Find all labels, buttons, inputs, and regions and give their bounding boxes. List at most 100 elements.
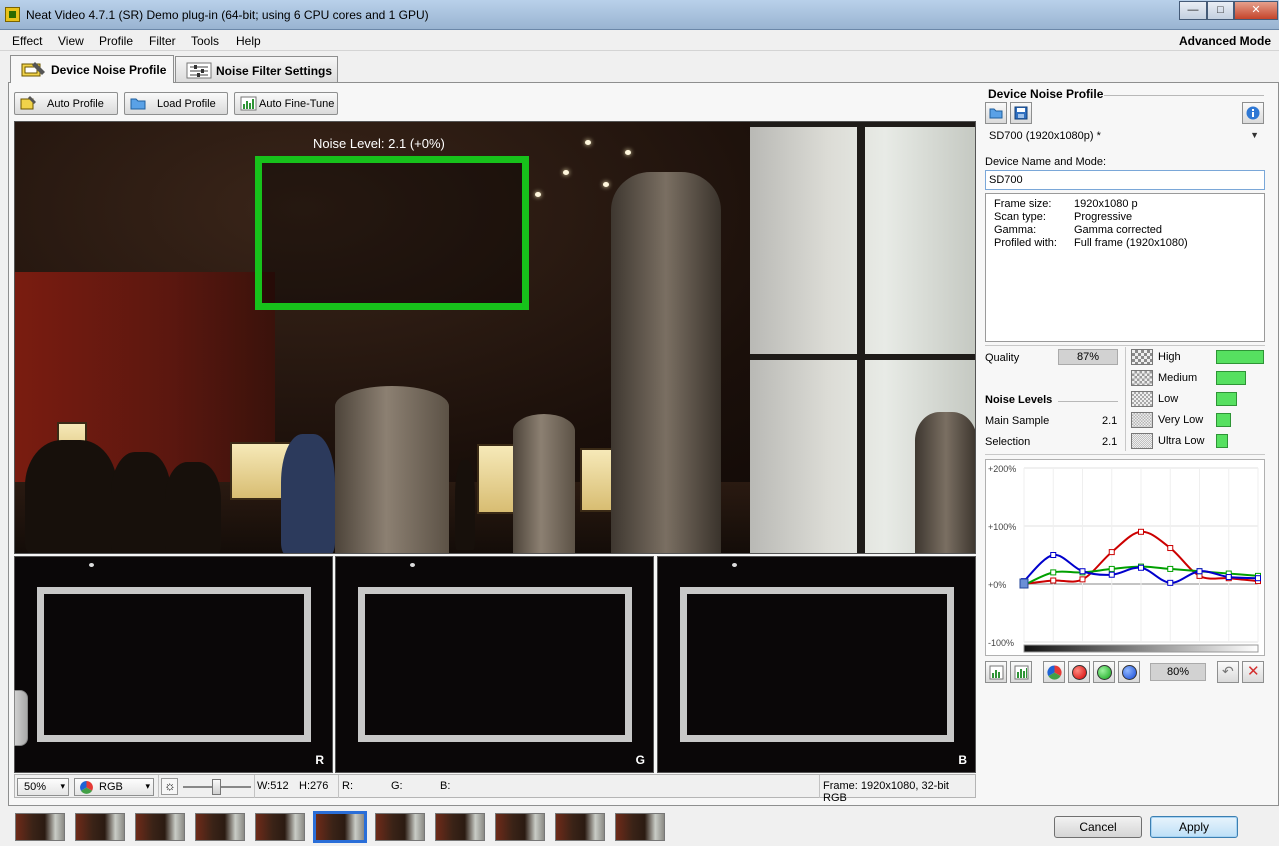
window-mullion: [857, 122, 865, 553]
graph-control-point[interactable]: [1255, 575, 1261, 582]
graph-frame-icon: [989, 665, 1004, 680]
graph-fine-tune-button[interactable]: [1010, 661, 1032, 683]
brightness-slider-thumb[interactable]: [212, 779, 221, 795]
filmstrip-thumbnail[interactable]: [615, 813, 665, 841]
level-bar[interactable]: [1216, 371, 1246, 385]
window-title: Neat Video 4.7.1 (SR) Demo plug-in (64-b…: [26, 8, 429, 22]
filmstrip-thumbnail[interactable]: [195, 813, 245, 841]
open-folder-icon: [989, 108, 1003, 119]
cancel-button[interactable]: Cancel: [1054, 816, 1142, 838]
close-icon[interactable]: ✕: [1234, 1, 1278, 20]
info-icon: [1246, 106, 1260, 120]
apply-button[interactable]: Apply: [1150, 816, 1238, 838]
level-row-ultra-low[interactable]: Ultra Low: [1130, 433, 1265, 449]
graph-control-point[interactable]: [1108, 571, 1115, 578]
graph-control-point[interactable]: [1167, 565, 1174, 572]
level-name: Medium: [1158, 372, 1198, 384]
menu-filter[interactable]: Filter: [149, 34, 176, 48]
graph-control-point[interactable]: [1050, 577, 1057, 584]
channel-view-b[interactable]: B: [657, 556, 976, 773]
save-profile-button[interactable]: [1010, 102, 1032, 124]
minimize-icon[interactable]: —: [1179, 1, 1207, 20]
auto-profile-label: Auto Profile: [47, 98, 104, 110]
graph-control-point[interactable]: [1079, 568, 1086, 575]
graph-control-point[interactable]: [1167, 579, 1174, 586]
level-row-medium[interactable]: Medium: [1130, 370, 1265, 386]
filmstrip-thumbnail[interactable]: [313, 811, 367, 843]
menu-tools[interactable]: Tools: [191, 34, 219, 48]
ceiling-light: [625, 150, 631, 155]
noise-graph-svg[interactable]: +200% +100% +0% -100%: [986, 460, 1264, 655]
divider: [338, 775, 339, 798]
green-channel-button[interactable]: [1093, 661, 1115, 683]
maximize-icon[interactable]: □: [1207, 1, 1234, 20]
all-channels-button[interactable]: [1043, 661, 1065, 683]
menu-help[interactable]: Help: [236, 34, 261, 48]
menu-effect[interactable]: Effect: [12, 34, 42, 48]
graph-control-point[interactable]: [1167, 545, 1174, 552]
channel-view-r[interactable]: R: [14, 556, 333, 773]
undo-button[interactable]: ↶: [1217, 661, 1239, 683]
profile-panel-title: Device Noise Profile: [988, 87, 1104, 101]
brightness-button[interactable]: ☼: [161, 778, 178, 795]
channel-view-g[interactable]: G: [335, 556, 654, 773]
menu-profile[interactable]: Profile: [99, 34, 133, 48]
filmstrip-thumbnail[interactable]: [15, 813, 65, 841]
filmstrip-thumbnail[interactable]: [375, 813, 425, 841]
tab-device-noise-profile[interactable]: Device Noise Profile: [10, 55, 174, 83]
auto-fine-tune-button[interactable]: Auto Fine-Tune: [234, 92, 338, 115]
filmstrip-thumbnail[interactable]: [135, 813, 185, 841]
profile-tab-icon: [21, 62, 45, 77]
tab-noise-filter-settings[interactable]: Noise Filter Settings: [175, 56, 338, 82]
save-disk-icon: [1014, 106, 1028, 120]
level-bar[interactable]: [1216, 413, 1231, 427]
profile-info-button[interactable]: [1242, 102, 1264, 124]
load-profile-button[interactable]: Load Profile: [124, 92, 228, 115]
filmstrip-thumbnail[interactable]: [495, 813, 545, 841]
filmstrip-thumbnail[interactable]: [555, 813, 605, 841]
red-channel-button[interactable]: [1068, 661, 1090, 683]
graph-control-point[interactable]: [1050, 552, 1057, 558]
filmstrip-thumbnail[interactable]: [435, 813, 485, 841]
graph-control-point[interactable]: [1196, 568, 1203, 575]
blue-channel-button[interactable]: [1118, 661, 1140, 683]
color-mode-select[interactable]: RGB: [74, 778, 154, 796]
graph-control-point[interactable]: [1225, 574, 1232, 581]
divider: [985, 345, 1265, 346]
level-bar[interactable]: [1216, 434, 1228, 448]
menu-view[interactable]: View: [58, 34, 84, 48]
light-spot: [410, 563, 415, 567]
zoom-select[interactable]: 50%: [17, 778, 69, 796]
level-row-high[interactable]: High: [1130, 349, 1265, 365]
graph-view-button[interactable]: [985, 661, 1007, 683]
noise-sample-selection[interactable]: [255, 156, 529, 310]
level-bar[interactable]: [1216, 392, 1237, 406]
auto-profile-button[interactable]: Auto Profile: [14, 92, 118, 115]
graph-control-point[interactable]: [1050, 569, 1057, 576]
quality-value: 87%: [1058, 349, 1118, 365]
reset-button[interactable]: ✕: [1242, 661, 1264, 683]
profile-select[interactable]: SD700 (1920x1080p) *: [985, 127, 1265, 147]
graph-control-point[interactable]: [1138, 564, 1144, 571]
level-row-very-low[interactable]: Very Low: [1130, 412, 1265, 428]
graph-start-handle[interactable]: [1019, 578, 1029, 589]
title-bar: Neat Video 4.7.1 (SR) Demo plug-in (64-b…: [0, 0, 1279, 30]
noise-graph[interactable]: +200% +100% +0% -100%: [985, 459, 1265, 656]
graph-control-point[interactable]: [1079, 576, 1086, 583]
blue-dot-icon: [1122, 665, 1137, 680]
panel-collapse-handle[interactable]: [14, 690, 28, 746]
device-name-input[interactable]: [985, 170, 1265, 190]
filmstrip-thumbnail[interactable]: [255, 813, 305, 841]
graph-control-point[interactable]: [1108, 565, 1115, 572]
graph-control-point[interactable]: [1108, 549, 1115, 556]
main-preview-viewer[interactable]: Noise Level: 2.1 (+0%): [14, 121, 976, 554]
graph-control-point[interactable]: [1138, 528, 1144, 535]
level-name: Very Low: [1158, 414, 1204, 426]
advanced-mode-toggle[interactable]: Advanced Mode: [1179, 34, 1271, 48]
open-profile-button[interactable]: [985, 102, 1007, 124]
level-row-low[interactable]: Low: [1130, 391, 1265, 407]
filmstrip-thumbnail[interactable]: [75, 813, 125, 841]
level-bar[interactable]: [1216, 350, 1264, 364]
viewer-status-bar: 50% RGB ☼ W:512 H:276 R: G: B: Frame: 19…: [14, 774, 976, 804]
fine-tune-icon: [240, 96, 257, 111]
